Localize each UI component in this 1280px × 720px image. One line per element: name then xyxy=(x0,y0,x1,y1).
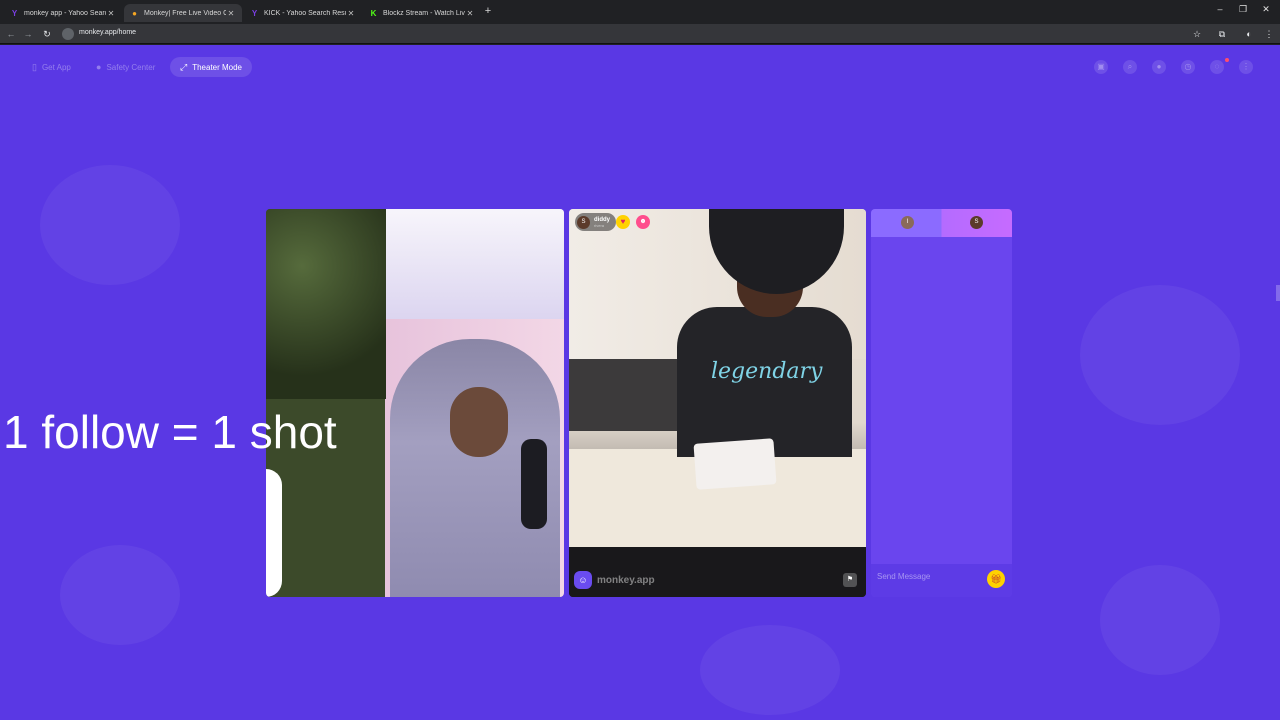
window-close-icon[interactable]: ✕ xyxy=(1256,4,1276,15)
page: ▯ Get App ● Safety Center ⤢ Theater Mode… xyxy=(0,45,1280,720)
monkey-icon: ● xyxy=(132,8,137,18)
url-field[interactable]: monkey.app/home xyxy=(79,29,136,36)
theater-mode-label: Theater Mode xyxy=(192,62,243,72)
tab-blockz-stream[interactable]: K Blockz Stream - Watch Live on ✕ xyxy=(363,4,481,22)
stream-overlay-text: 1 follow = 1 shot xyxy=(3,406,337,458)
safety-center-link[interactable]: ● Safety Center xyxy=(86,57,165,77)
background-blob xyxy=(700,625,840,715)
close-icon[interactable]: ✕ xyxy=(226,9,236,18)
chat-header: I S xyxy=(871,209,1012,237)
expand-icon: ⤢ xyxy=(180,61,188,72)
badge-text: diddy rivera xyxy=(594,217,610,228)
safety-center-label: Safety Center xyxy=(106,62,156,72)
remote-video: legendary S diddy rivera ♥ ☻ ☺ monkey.ap… xyxy=(569,209,866,597)
message-placeholder: Send Message xyxy=(877,572,931,581)
local-face xyxy=(450,387,508,457)
history-icon[interactable]: ◷ xyxy=(1181,60,1195,74)
phone-icon: ▯ xyxy=(32,61,37,72)
yahoo-icon: Y xyxy=(11,8,18,18)
monkey-logo-icon: ☺ xyxy=(574,571,592,589)
background-blob xyxy=(60,545,180,645)
tab-yahoo-monkey[interactable]: Y monkey app - Yahoo Search Re ✕ xyxy=(4,4,122,22)
remote-subtext: rivera xyxy=(594,222,605,228)
add-friend-icon[interactable]: ☻ xyxy=(636,215,650,229)
scrollbar[interactable] xyxy=(1276,285,1280,301)
get-app-label: Get App xyxy=(41,62,71,72)
minimize-icon[interactable]: – xyxy=(1210,4,1230,14)
notification-dot xyxy=(1225,58,1229,62)
background-blob xyxy=(1080,285,1240,425)
watermark-text: monkey.app xyxy=(597,574,655,586)
bookmark-star-icon[interactable]: ☆ xyxy=(1190,27,1204,41)
chat-icon[interactable]: ◌ xyxy=(1210,60,1224,74)
chair-edge xyxy=(266,469,282,597)
back-icon[interactable]: ← xyxy=(4,27,18,41)
window-light xyxy=(386,209,564,319)
tab-title: Monkey| Free Live Video Ch xyxy=(144,9,226,17)
profile-icon[interactable]: ● xyxy=(1152,60,1166,74)
tab-kick-search[interactable]: Y KICK - Yahoo Search Results ✕ xyxy=(244,4,362,22)
get-app-link[interactable]: ▯ Get App xyxy=(22,57,81,77)
tab-bar: Y monkey app - Yahoo Search Re ✕ ● Monke… xyxy=(0,0,1280,24)
shop-icon[interactable]: ▣ xyxy=(1094,60,1108,74)
reload-icon[interactable]: ↻ xyxy=(40,27,54,41)
remote-user-badge[interactable]: S diddy rivera xyxy=(575,213,616,231)
close-icon[interactable]: ✕ xyxy=(465,9,475,18)
tab-title: monkey app - Yahoo Search Re xyxy=(24,9,106,17)
report-icon[interactable]: ⚑ xyxy=(843,573,857,587)
address-bar: ← → ↻ monkey.app/home ☆ ⧉ ◐ ⋮ xyxy=(0,24,1280,44)
local-video xyxy=(266,209,564,597)
shirt-print: legendary xyxy=(711,359,823,384)
background-blob xyxy=(40,165,180,285)
close-icon[interactable]: ✕ xyxy=(106,9,116,18)
monkey-watermark: ☺ monkey.app xyxy=(574,571,655,589)
gift-icon[interactable]: 🎁︎ xyxy=(987,570,1005,588)
tab-title: KICK - Yahoo Search Results xyxy=(264,9,346,17)
avatar: S xyxy=(577,215,590,229)
close-icon[interactable]: ✕ xyxy=(346,9,356,18)
shield-icon: ● xyxy=(96,62,102,72)
avatar[interactable]: I xyxy=(901,216,914,229)
playing-cards xyxy=(693,438,777,490)
yahoo-icon: Y xyxy=(251,8,258,18)
tab-monkey[interactable]: ● Monkey| Free Live Video Ch ✕ xyxy=(124,4,242,22)
tab-title: Blockz Stream - Watch Live on xyxy=(383,9,465,17)
chat-panel: I S Send Message 🎁︎ xyxy=(871,209,1012,597)
browser-menu-icon[interactable]: ⋮ xyxy=(1262,27,1276,41)
restore-icon[interactable]: ❐ xyxy=(1233,4,1253,15)
background-blob xyxy=(1100,565,1220,675)
extensions-icon[interactable]: ⧉ xyxy=(1215,27,1229,41)
new-tab-icon[interactable]: + xyxy=(482,5,494,17)
site-info-icon[interactable] xyxy=(62,28,74,40)
kick-icon: K xyxy=(370,8,377,18)
theater-mode-button[interactable]: ⤢ Theater Mode xyxy=(170,57,253,77)
forward-icon[interactable]: → xyxy=(21,27,35,41)
heart-icon[interactable]: ♥ xyxy=(616,215,630,229)
menu-icon[interactable]: ⋮ xyxy=(1239,60,1253,74)
microphone xyxy=(521,439,547,529)
avatar[interactable]: S xyxy=(970,216,983,229)
message-input[interactable]: Send Message 🎁︎ xyxy=(871,564,1012,597)
profile-icon[interactable]: ◐ xyxy=(1242,27,1256,41)
plant-wall xyxy=(266,209,386,399)
search-icon[interactable]: ⌕ xyxy=(1123,60,1137,74)
